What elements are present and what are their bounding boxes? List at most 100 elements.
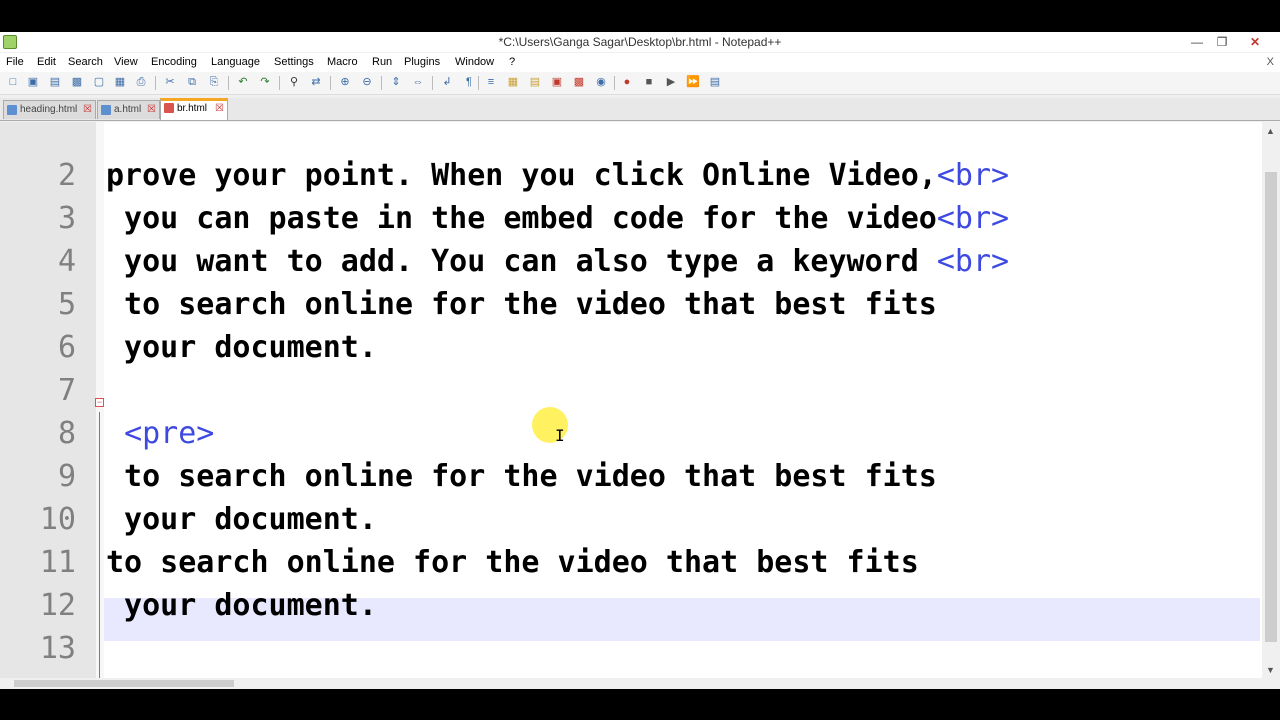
close-all-icon[interactable]: ▦: [113, 75, 127, 89]
paste-icon[interactable]: ⎘: [207, 75, 221, 89]
indent-guide-icon[interactable]: ≡: [484, 75, 498, 89]
menu-search[interactable]: Search: [68, 56, 103, 68]
code-text: you can paste in the embed code for the …: [106, 201, 937, 236]
save-macro-icon[interactable]: ▤: [708, 75, 722, 89]
zoom-in-icon[interactable]: ⊕: [338, 75, 352, 89]
menu-run[interactable]: Run: [372, 56, 392, 68]
scroll-up-icon[interactable]: ▲: [1266, 126, 1275, 136]
sync-vertical-icon[interactable]: ⇕: [389, 75, 403, 89]
vertical-scrollbar[interactable]: ▲ ▼: [1262, 122, 1280, 689]
toolbar: □ ▣ ▤ ▩ ▢ ▦ ⎙ ✂ ⧉ ⎘ ↶ ↷ ⚲ ⇄ ⊕ ⊖ ⇕ ⇔ ↲ ¶ …: [0, 72, 1280, 95]
line-number[interactable]: 9: [0, 455, 76, 498]
editor-area[interactable]: − 2 prove your point. When you click Onli…: [0, 122, 1280, 689]
horizontal-scroll-thumb[interactable]: [14, 680, 234, 687]
tab-close-icon[interactable]: ☒: [215, 101, 224, 117]
doc-map-icon[interactable]: ▦: [506, 75, 520, 89]
tab-a-html[interactable]: a.html ☒: [97, 100, 160, 119]
menu-edit[interactable]: Edit: [37, 56, 56, 68]
redo-icon[interactable]: ↷: [258, 75, 272, 89]
code-line[interactable]: your document.: [106, 498, 377, 541]
word-wrap-icon[interactable]: ↲: [440, 75, 454, 89]
menu-encoding[interactable]: Encoding: [151, 56, 197, 68]
code-line[interactable]: prove your point. When you click Online …: [106, 154, 1009, 197]
html-tag: <br>: [936, 244, 1010, 279]
file-modified-icon: [164, 103, 174, 113]
replace-icon[interactable]: ⇄: [309, 75, 323, 89]
close-icon[interactable]: ▢: [92, 75, 106, 89]
copy-icon[interactable]: ⧉: [185, 75, 199, 89]
restore-button[interactable]: ❐: [1209, 32, 1235, 52]
menu-settings[interactable]: Settings: [274, 56, 314, 68]
horizontal-scrollbar[interactable]: [0, 678, 1262, 689]
code-text: you want to add. You can also type a key…: [106, 244, 937, 279]
sync-horizontal-icon[interactable]: ⇔: [411, 75, 425, 89]
line-number[interactable]: 2: [0, 154, 76, 197]
code-line[interactable]: your document.: [106, 584, 377, 627]
tab-close-icon[interactable]: ☒: [147, 101, 156, 119]
html-tag: <pre>: [124, 416, 215, 451]
open-file-icon[interactable]: ▣: [26, 75, 40, 89]
play-macro-icon[interactable]: ▶: [664, 75, 678, 89]
document-tab-bar: heading.html ☒ a.html ☒ br.html ☒: [0, 98, 1280, 121]
menu-macro[interactable]: Macro: [327, 56, 358, 68]
tab-heading-html[interactable]: heading.html ☒: [3, 100, 96, 119]
line-number[interactable]: 8: [0, 412, 76, 455]
code-line[interactable]: you want to add. You can also type a key…: [106, 240, 1009, 283]
code-line[interactable]: <pre>: [106, 412, 214, 455]
menu-bar: File Edit Search View Encoding Language …: [0, 53, 1280, 72]
menu-help[interactable]: ?: [509, 56, 515, 68]
save-all-icon[interactable]: ▩: [70, 75, 84, 89]
code-text: to search online for the video that best…: [106, 459, 937, 494]
stop-record-icon[interactable]: ■: [642, 75, 656, 89]
code-line[interactable]: to search online for the video that best…: [106, 283, 937, 326]
new-file-icon[interactable]: □: [6, 75, 20, 89]
view-icon[interactable]: ◉: [594, 75, 608, 89]
scroll-down-icon[interactable]: ▼: [1266, 665, 1275, 675]
line-number[interactable]: 5: [0, 283, 76, 326]
close-document-button[interactable]: X: [1267, 56, 1274, 68]
line-number[interactable]: 7: [0, 369, 76, 412]
vertical-scroll-thumb[interactable]: [1265, 172, 1277, 642]
menu-window[interactable]: Window: [455, 56, 494, 68]
menu-view[interactable]: View: [114, 56, 138, 68]
run-macro-multiple-icon[interactable]: ⏩: [686, 75, 700, 89]
menu-file[interactable]: File: [6, 56, 24, 68]
tab-close-icon[interactable]: ☒: [83, 101, 92, 119]
toolbar-separator: [381, 76, 382, 90]
monitoring-icon[interactable]: ▩: [572, 75, 586, 89]
print-icon[interactable]: ⎙: [134, 75, 148, 89]
function-list-icon[interactable]: ▤: [528, 75, 542, 89]
line-number[interactable]: 4: [0, 240, 76, 283]
menu-plugins[interactable]: Plugins: [404, 56, 440, 68]
minimize-button[interactable]: —: [1184, 32, 1210, 52]
line-number[interactable]: 11: [0, 541, 76, 584]
find-icon[interactable]: ⚲: [287, 75, 301, 89]
menu-language[interactable]: Language: [211, 56, 260, 68]
toolbar-separator: [478, 76, 479, 90]
code-line[interactable]: you can paste in the embed code for the …: [106, 197, 1009, 240]
tab-label: heading.html: [20, 104, 78, 115]
code-line[interactable]: your document.: [106, 326, 377, 369]
code-line[interactable]: to search online for the video that best…: [106, 455, 937, 498]
line-number[interactable]: 12: [0, 584, 76, 627]
line-number[interactable]: 10: [0, 498, 76, 541]
fold-collapse-icon[interactable]: −: [95, 398, 104, 407]
line-number[interactable]: 6: [0, 326, 76, 369]
save-icon[interactable]: ▤: [48, 75, 62, 89]
tab-br-html[interactable]: br.html ☒: [160, 98, 228, 120]
code-line[interactable]: to search online for the video that best…: [106, 541, 919, 584]
cut-icon[interactable]: ✂: [163, 75, 177, 89]
line-number[interactable]: 3: [0, 197, 76, 240]
undo-icon[interactable]: ↶: [236, 75, 250, 89]
show-all-chars-icon[interactable]: ¶: [462, 75, 476, 89]
folder-workspace-icon[interactable]: ▣: [550, 75, 564, 89]
toolbar-separator: [228, 76, 229, 90]
text-cursor-icon: I: [555, 426, 565, 445]
line-number[interactable]: 13: [0, 627, 76, 670]
code-text: to search online for the video that best…: [106, 287, 937, 322]
close-window-button[interactable]: ✕: [1242, 32, 1268, 52]
notepadpp-window: *C:\Users\Ganga Sagar\Desktop\br.html - …: [0, 32, 1280, 689]
record-macro-icon[interactable]: ●: [620, 75, 634, 89]
zoom-out-icon[interactable]: ⊖: [360, 75, 374, 89]
